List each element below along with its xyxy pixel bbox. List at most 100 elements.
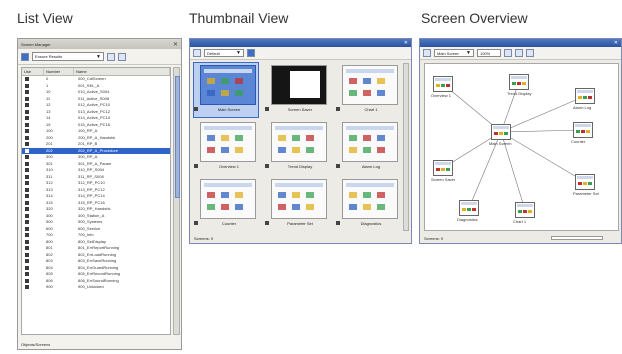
screen-node[interactable] <box>575 88 595 104</box>
thumbnail-item[interactable]: Chart 1 <box>336 63 400 117</box>
list-scrollbar[interactable] <box>173 67 180 335</box>
screen-icon[interactable] <box>21 52 29 61</box>
thumbnail-item[interactable]: Trend Display <box>265 120 329 174</box>
use-cell[interactable] <box>22 265 44 270</box>
close-icon[interactable]: ✕ <box>614 40 618 46</box>
view-toggle-thumbnail-icon[interactable] <box>247 49 255 57</box>
screen-filter-value: Ensure Results <box>35 54 63 59</box>
thumbnail-preview[interactable] <box>342 122 398 162</box>
screen-icon <box>336 107 340 111</box>
use-cell[interactable] <box>22 285 44 290</box>
screen-icon <box>25 187 29 192</box>
screen-icon <box>25 213 29 218</box>
screen-node[interactable] <box>575 174 595 190</box>
zoom-value: 100% <box>480 50 491 56</box>
use-cell[interactable] <box>22 187 44 192</box>
screen-node[interactable] <box>515 202 535 218</box>
column-header-use[interactable]: Use <box>22 68 44 75</box>
use-cell[interactable] <box>22 226 44 231</box>
layout-icon[interactable] <box>423 49 431 57</box>
screen-node[interactable] <box>573 122 593 138</box>
screen-node[interactable] <box>433 160 453 176</box>
thumbnail-item[interactable]: Diagnostics <box>336 177 400 231</box>
thumbnail-label: Main Screen <box>217 107 241 112</box>
screen-node[interactable] <box>459 200 479 216</box>
thumbnail-preview[interactable] <box>200 179 256 219</box>
use-cell[interactable] <box>22 96 44 101</box>
use-cell[interactable] <box>22 129 44 134</box>
screen-icon <box>25 233 29 238</box>
screen-filter-select[interactable]: Ensure Results ▼ <box>32 52 104 61</box>
use-cell[interactable] <box>22 155 44 160</box>
column-header-name[interactable]: Name <box>74 68 170 75</box>
use-cell[interactable] <box>22 77 44 82</box>
use-cell[interactable] <box>22 194 44 199</box>
use-cell[interactable] <box>22 103 44 108</box>
use-cell[interactable] <box>22 272 44 277</box>
use-cell[interactable] <box>22 220 44 225</box>
use-cell[interactable] <box>22 90 44 95</box>
screen-icon <box>265 164 269 168</box>
view-toggle-list-icon[interactable] <box>107 52 115 61</box>
thumbnail-preview[interactable] <box>200 122 256 162</box>
screen-overview-panel: ✕ Main Screen ▼ 100% Overview 1 Trend Dis… <box>419 38 622 244</box>
thumbnail-preview[interactable] <box>200 65 256 105</box>
zoom-slider[interactable] <box>551 236 603 240</box>
use-cell[interactable] <box>22 116 44 121</box>
use-cell[interactable] <box>22 168 44 173</box>
thumbnail-titlebar: ✕ <box>190 39 411 47</box>
use-cell[interactable] <box>22 233 44 238</box>
zoom-out-icon[interactable] <box>515 49 523 57</box>
use-cell[interactable] <box>22 135 44 140</box>
screen-node[interactable] <box>433 76 453 92</box>
zoom-in-icon[interactable] <box>504 49 512 57</box>
table-header: Use Number Name <box>22 68 170 76</box>
chevron-down-icon: ▼ <box>96 53 101 60</box>
scroll-thumb[interactable] <box>175 76 180 198</box>
fit-icon[interactable] <box>526 49 534 57</box>
close-icon[interactable]: ✕ <box>173 41 178 48</box>
screen-node[interactable] <box>491 124 511 140</box>
use-cell[interactable] <box>22 109 44 114</box>
overview-screen-select[interactable]: Main Screen ▼ <box>434 49 474 57</box>
close-icon[interactable]: ✕ <box>404 40 408 46</box>
view-toggle-grid-icon[interactable] <box>118 52 126 61</box>
use-cell[interactable] <box>22 278 44 283</box>
use-cell[interactable] <box>22 83 44 88</box>
use-cell[interactable] <box>22 246 44 251</box>
zoom-select[interactable]: 100% <box>477 49 501 57</box>
table-row[interactable]: 900 900_Unlocked <box>22 284 170 291</box>
use-cell[interactable] <box>22 259 44 264</box>
list-view-toolbar: Ensure Results ▼ <box>18 49 181 65</box>
thumbnail-preview[interactable] <box>271 179 327 219</box>
use-cell[interactable] <box>22 148 44 153</box>
screen-node[interactable] <box>509 74 529 90</box>
thumbnail-item[interactable]: Main Screen <box>193 62 259 118</box>
thumbnail-item[interactable]: Counter <box>194 177 258 231</box>
use-cell[interactable] <box>22 161 44 166</box>
use-cell[interactable] <box>22 207 44 212</box>
screen-icon[interactable] <box>193 49 201 57</box>
use-cell[interactable] <box>22 200 44 205</box>
thumbnail-item[interactable]: Parameter Set <box>265 177 329 231</box>
thumbnail-preview[interactable] <box>342 65 398 105</box>
use-cell[interactable] <box>22 213 44 218</box>
thumbnail-item[interactable]: Overview 1 <box>194 120 258 174</box>
column-header-number[interactable]: Number <box>44 68 74 75</box>
use-cell[interactable] <box>22 174 44 179</box>
thumbnail-item[interactable]: Alarm Log <box>336 120 400 174</box>
use-cell[interactable] <box>22 122 44 127</box>
screen-node-label: Screen Saver <box>431 177 456 182</box>
thumbnail-scrollbar[interactable] <box>403 63 409 231</box>
use-cell[interactable] <box>22 181 44 186</box>
thumbnail-preview[interactable] <box>342 179 398 219</box>
thumbnail-preview[interactable] <box>271 65 327 105</box>
use-cell[interactable] <box>22 142 44 147</box>
use-cell[interactable] <box>22 252 44 257</box>
screen-icon <box>25 148 29 153</box>
screen-icon <box>25 109 29 114</box>
thumbnail-filter-select[interactable]: Default ▼ <box>204 49 244 57</box>
thumbnail-item[interactable]: Screen Saver <box>265 63 329 117</box>
thumbnail-preview[interactable] <box>271 122 327 162</box>
use-cell[interactable] <box>22 239 44 244</box>
